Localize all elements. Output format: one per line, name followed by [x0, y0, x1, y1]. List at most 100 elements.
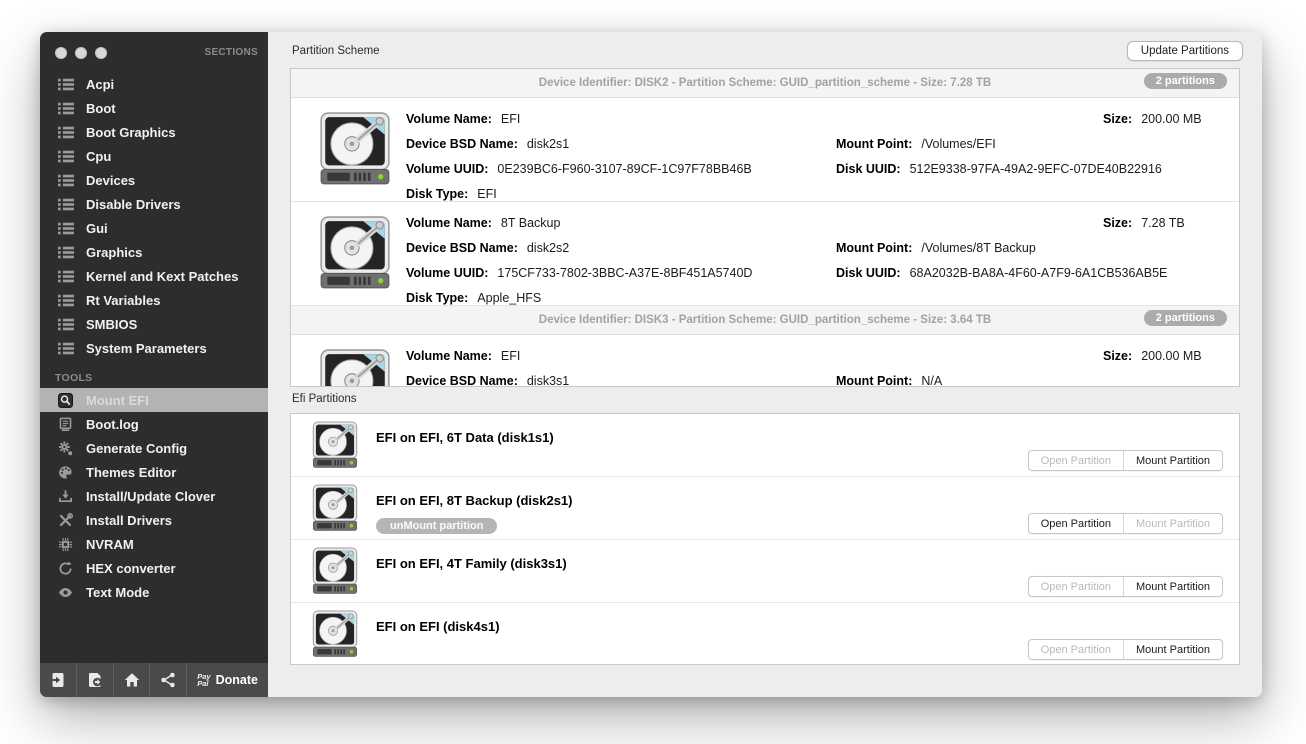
- partition-details-right: Mount Point: /Volumes/8T Backup Disk UUID:…: [836, 236, 1167, 286]
- list-icon: [58, 148, 75, 164]
- partition-count-badge: 2 partitions: [1143, 73, 1227, 89]
- list-icon: [58, 292, 75, 308]
- sidebar-item-label: Install/Update Clover: [86, 488, 216, 504]
- field-label: Disk Type:: [406, 187, 469, 201]
- sidebar-item-boot[interactable]: Boot: [40, 96, 268, 120]
- field: Disk UUID: 512E9338-97FA-49A2-9EFC-07DE40…: [836, 157, 1162, 182]
- field-value: disk3s1: [526, 374, 570, 387]
- list-icon: [58, 172, 75, 188]
- gear-icon: [58, 440, 75, 456]
- field-label: Volume Name:: [406, 216, 492, 230]
- mount-partition-button[interactable]: Mount Partition: [1123, 577, 1222, 596]
- home-button[interactable]: [114, 663, 151, 697]
- field-label: Size:: [1103, 216, 1133, 230]
- sidebar-item-boot-log[interactable]: Boot.log: [40, 412, 268, 436]
- mount-partition-button[interactable]: Mount Partition: [1123, 640, 1222, 659]
- home-icon: [124, 672, 140, 688]
- partition-details-left: Volume Name: EFI Device BSD Name: disk3s1: [406, 344, 570, 387]
- efi-partition-row: EFI on EFI, 6T Data (disk1s1) Open Partit…: [291, 414, 1239, 477]
- field-value: EFI: [500, 349, 521, 363]
- field: Volume Name: 8T Backup: [406, 211, 752, 236]
- field-value: disk2s1: [526, 137, 570, 151]
- share-button[interactable]: [150, 663, 188, 697]
- field-value: 200.00 MB: [1141, 349, 1202, 363]
- import-button[interactable]: [40, 663, 77, 697]
- sidebar-item-cpu[interactable]: Cpu: [40, 144, 268, 168]
- list-icon: [58, 220, 75, 236]
- update-partitions-button[interactable]: Update Partitions: [1126, 41, 1243, 61]
- field-label: Device BSD Name:: [406, 241, 518, 255]
- list-icon: [58, 196, 75, 212]
- partition-buttons: Open Partition Mount Partition: [1027, 639, 1223, 660]
- sidebar-item-label: Install Drivers: [86, 512, 172, 528]
- field: Size: 200.00 MB: [1103, 344, 1202, 369]
- efi-partition-row: EFI on EFI, 4T Family (disk3s1) Open Part…: [291, 540, 1239, 603]
- partition-scheme-panel: Device Identifier: DISK2 - Partition Sch…: [290, 68, 1240, 387]
- field-label: Device BSD Name:: [406, 374, 518, 387]
- field: Device BSD Name: disk3s1: [406, 369, 570, 387]
- tools-list: Mount EFI Boot.log Generate Config Themes E…: [40, 388, 268, 604]
- mount-partition-button: Mount Partition: [1123, 514, 1222, 533]
- open-partition-button: Open Partition: [1029, 451, 1123, 470]
- sidebar-item-label: Boot.log: [86, 416, 139, 432]
- unmount-partition-button[interactable]: unMount partition: [376, 518, 498, 534]
- field-value: 512E9338-97FA-49A2-9EFC-07DE40B22916: [909, 162, 1162, 176]
- partition-buttons: Open Partition Mount Partition: [1027, 576, 1223, 597]
- sidebar-item-kernel-and-kext-patches[interactable]: Kernel and Kext Patches: [40, 264, 268, 288]
- download-icon: [58, 488, 75, 504]
- field-value: /Volumes/8T Backup: [921, 241, 1036, 255]
- sidebar-item-nvram[interactable]: NVRAM: [40, 532, 268, 556]
- field-value: 175CF733-7802-3BBC-A37E-8BF451A5740D: [497, 266, 753, 280]
- sidebar-item-system-parameters[interactable]: System Parameters: [40, 336, 268, 360]
- sections-list: Acpi Boot Boot Graphics Cpu Devices Disable D…: [40, 72, 268, 360]
- sidebar-item-themes-editor[interactable]: Themes Editor: [40, 460, 268, 484]
- field-label: Disk UUID:: [836, 266, 901, 280]
- sidebar-item-boot-graphics[interactable]: Boot Graphics: [40, 120, 268, 144]
- sidebar-item-label: Graphics: [86, 244, 143, 260]
- sidebar-item-label: Generate Config: [86, 440, 188, 456]
- sidebar-item-hex-converter[interactable]: HEX converter: [40, 556, 268, 580]
- palette-icon: [58, 464, 75, 480]
- sidebar-item-label: NVRAM: [86, 536, 134, 552]
- open-partition-button[interactable]: Open Partition: [1029, 514, 1123, 533]
- tools-header: TOOLS: [55, 372, 93, 384]
- sidebar-item-disable-drivers[interactable]: Disable Drivers: [40, 192, 268, 216]
- sidebar: SECTIONS Acpi Boot Boot Graphics Cpu Devices…: [40, 32, 268, 697]
- sidebar-titlebar: SECTIONS: [40, 32, 268, 66]
- disk-group-title: Device Identifier: DISK2 - Partition Sch…: [538, 77, 992, 89]
- sidebar-item-smbios[interactable]: SMBIOS: [40, 312, 268, 336]
- hard-drive-icon: [310, 420, 360, 470]
- traffic-light-minimize[interactable]: [75, 46, 87, 59]
- sidebar-item-acpi[interactable]: Acpi: [40, 72, 268, 96]
- sidebar-item-gui[interactable]: Gui: [40, 216, 268, 240]
- field-label: Mount Point:: [836, 241, 913, 255]
- field: Mount Point: N/A: [836, 369, 942, 386]
- sidebar-item-label: Cpu: [86, 148, 112, 164]
- hard-drive-icon: [316, 214, 394, 292]
- field-value: disk2s2: [526, 241, 570, 255]
- sidebar-item-label: Rt Variables: [86, 292, 161, 308]
- sidebar-item-graphics[interactable]: Graphics: [40, 240, 268, 264]
- sidebar-item-text-mode[interactable]: Text Mode: [40, 580, 268, 604]
- partition-scheme-title: Partition Scheme: [292, 45, 380, 57]
- sidebar-item-generate-config[interactable]: Generate Config: [40, 436, 268, 460]
- import-icon: [50, 672, 66, 688]
- sidebar-item-label: Mount EFI: [86, 392, 149, 408]
- paypal-icon: Pay Pal: [197, 671, 211, 688]
- list-icon: [58, 244, 75, 260]
- donate-button[interactable]: Pay Pal Donate: [187, 663, 268, 697]
- partition-row: Volume Name: 8T Backup Device BSD Name: dis…: [291, 202, 1239, 306]
- sidebar-item-mount-efi[interactable]: Mount EFI: [40, 388, 268, 412]
- mount-partition-button[interactable]: Mount Partition: [1123, 451, 1222, 470]
- sidebar-item-install-update-clover[interactable]: Install/Update Clover: [40, 484, 268, 508]
- traffic-light-close[interactable]: [55, 46, 67, 59]
- sidebar-item-rt-variables[interactable]: Rt Variables: [40, 288, 268, 312]
- traffic-light-zoom[interactable]: [95, 46, 107, 59]
- sidebar-item-install-drivers[interactable]: Install Drivers: [40, 508, 268, 532]
- chip-icon: [58, 536, 75, 552]
- sidebar-item-label: Disable Drivers: [86, 196, 181, 212]
- partition-details-right: Mount Point: /Volumes/EFI Disk UUID: 512E93…: [836, 132, 1162, 182]
- export-button[interactable]: [77, 663, 114, 697]
- field: Size: 200.00 MB: [1103, 107, 1202, 132]
- sidebar-item-devices[interactable]: Devices: [40, 168, 268, 192]
